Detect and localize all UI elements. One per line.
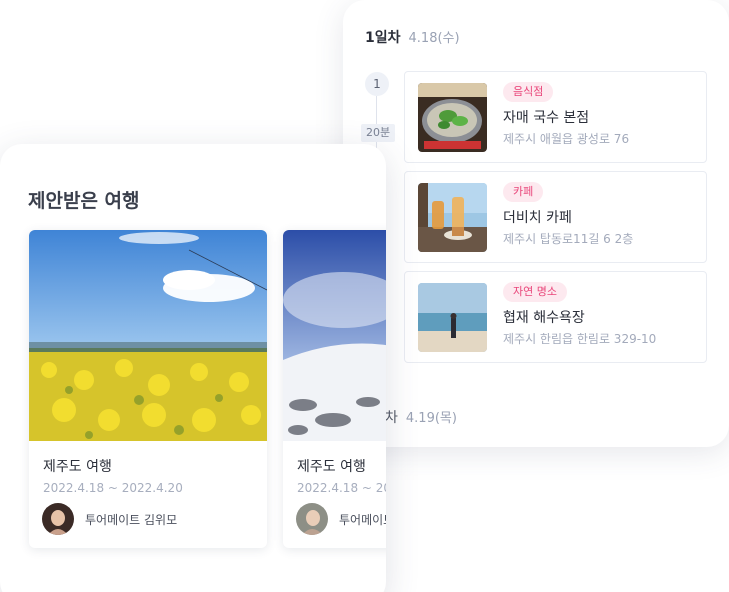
trip-dates: 2022.4.18 ~ 2022.4.20	[43, 481, 183, 495]
place-name: 더비치 카페	[503, 210, 572, 226]
snow-mountain-photo-icon	[283, 230, 386, 441]
trip-mate: 투어메이트 김위모	[339, 513, 386, 527]
place-card-noodle[interactable]: 음식점 자매 국수 본점 제주시 애월읍 광성로 76	[404, 71, 707, 163]
day-header-1: 1일차 4.18(수)	[365, 27, 460, 47]
place-address: 제주시 탑동로11길 6 2층	[503, 232, 634, 246]
place-name: 자매 국수 본점	[503, 110, 590, 126]
avatar	[42, 503, 74, 535]
trip-name: 제주도 여행	[43, 459, 112, 475]
trip-name: 제주도 여행	[297, 459, 366, 475]
trip-dates: 2022.4.18 ~ 2022.4.20	[297, 481, 386, 495]
place-tag: 카페	[503, 182, 544, 202]
cafe-photo-icon	[418, 183, 487, 252]
canola-field-photo-icon	[29, 230, 267, 441]
day-header-2: 차 4.19(목)	[385, 407, 457, 427]
place-address: 제주시 애월읍 광성로 76	[503, 132, 630, 146]
day-date: 4.19(목)	[405, 411, 457, 426]
place-tag: 음식점	[503, 82, 554, 102]
day-date: 4.18(수)	[408, 31, 460, 46]
place-card-cafe[interactable]: 카페 더비치 카페 제주시 탑동로11길 6 2층	[404, 171, 707, 263]
itinerary-card: 1일차 4.18(수) 1 20분 음식점 자매 국수 본점 제주시 애월읍 광…	[343, 0, 729, 447]
beach-photo-icon	[418, 283, 487, 352]
day-title: 1일차	[365, 30, 401, 46]
section-title: 제안받은 여행	[28, 190, 140, 212]
suggested-trips-card: 제안받은 여행 제주도 여행 2022.4.18 ~ 2022.4.20 투어메…	[0, 144, 386, 592]
place-card-beach[interactable]: 자연 명소 협재 해수욕장 제주시 한림읍 한림로 329-10	[404, 271, 707, 363]
day-title: 차	[385, 410, 398, 426]
trip-card[interactable]: 제주도 여행 2022.4.18 ~ 2022.4.20 투어메이트 김위모	[283, 230, 386, 548]
trip-mate: 투어메이트 김위모	[85, 513, 178, 527]
place-tag: 자연 명소	[503, 282, 567, 302]
trip-card[interactable]: 제주도 여행 2022.4.18 ~ 2022.4.20 투어메이트 김위모	[29, 230, 267, 548]
avatar	[296, 503, 328, 535]
duration-chip: 20분	[361, 124, 396, 142]
place-name: 협재 해수욕장	[503, 310, 585, 326]
step-number-1: 1	[365, 72, 389, 96]
place-address: 제주시 한림읍 한림로 329-10	[503, 332, 657, 346]
noodle-photo-icon	[418, 83, 487, 152]
